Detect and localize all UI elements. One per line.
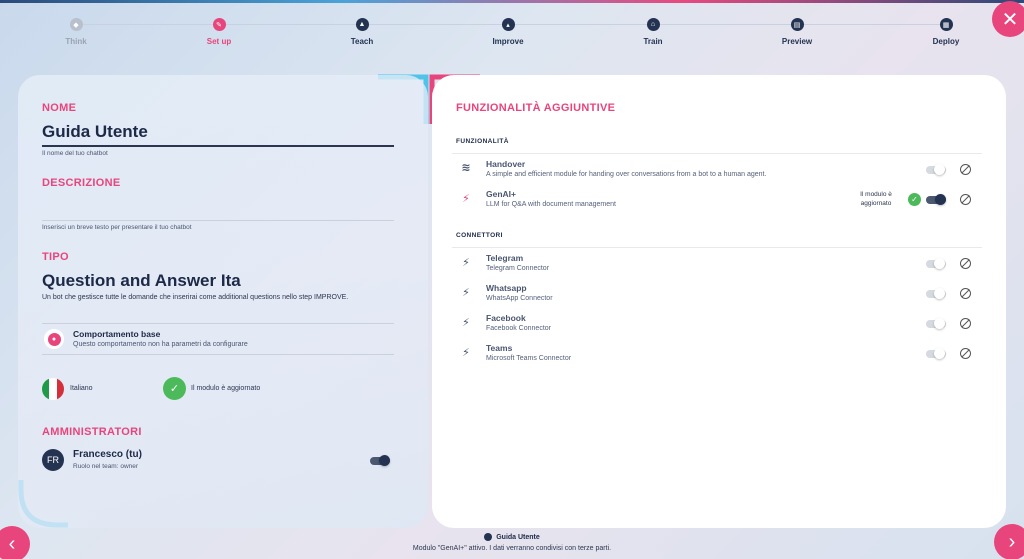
teams-name: Teams: [486, 343, 513, 353]
admin-name: Francesco (tu): [73, 449, 142, 460]
facebook-description: Facebook Connector: [486, 325, 551, 332]
additional-features-panel: FUNZIONALITÀ AGGIUNTIVE FUNZIONALITÀ ≋ H…: [432, 75, 1006, 528]
behavior-description: Questo comportamento non ha parametri da…: [73, 341, 248, 348]
telegram-description: Telegram Connector: [486, 265, 550, 272]
facebook-name: Facebook: [486, 313, 526, 323]
whatsapp-name: Whatsapp: [486, 283, 527, 293]
whatsapp-disable-icon[interactable]: [960, 288, 971, 299]
step-deploy[interactable]: ▦ Deploy: [906, 14, 986, 46]
name-underline: [42, 145, 394, 147]
step-label: Preview: [781, 37, 813, 46]
connectors-subtitle: CONNETTORI: [456, 232, 503, 239]
name-hint: Il nome del tuo chatbot: [42, 150, 108, 157]
facebook-disable-icon[interactable]: [960, 318, 971, 329]
features-subtitle: FUNZIONALITÀ: [456, 138, 509, 145]
plug-icon: ⚡: [462, 317, 470, 329]
previous-button[interactable]: ‹: [0, 526, 30, 559]
home-icon: ⌂: [646, 18, 660, 31]
footer-bot-name: Guida Utente: [496, 533, 540, 541]
plug-icon: ⚡: [462, 257, 470, 269]
top-accent-line: [0, 0, 1024, 3]
type-section-title: TIPO: [42, 251, 69, 263]
description-underline: [42, 220, 394, 221]
avatar: FR: [42, 449, 64, 471]
step-label: Set up: [206, 37, 232, 46]
description-section-title: DESCRIZIONE: [42, 177, 121, 189]
brain-icon: ●: [47, 332, 61, 346]
italy-flag-icon: [42, 378, 64, 400]
step-label: Think: [65, 37, 87, 46]
handover-description: A simple and efficient module for handin…: [486, 171, 767, 178]
behavior-badge: ●: [44, 329, 64, 349]
features-divider: [452, 153, 982, 154]
step-train[interactable]: ⌂ Train: [613, 14, 693, 46]
teams-toggle[interactable]: [926, 348, 946, 359]
checkmark-icon: ✓: [163, 377, 186, 400]
genai-description: LLM for Q&A with document management: [486, 201, 616, 208]
handover-toggle[interactable]: [926, 164, 946, 175]
footer-notice: Modulo "GenAI+" attivo. I dati verranno …: [412, 545, 612, 552]
admins-section-title: AMMINISTRATORI: [42, 426, 142, 438]
telegram-name: Telegram: [486, 253, 524, 263]
type-divider: [42, 323, 394, 324]
teams-description: Microsoft Teams Connector: [486, 355, 572, 362]
step-think[interactable]: ◆ Think: [36, 14, 116, 46]
step-improve[interactable]: ▴ Improve: [468, 14, 548, 46]
genai-name: GenAI+: [486, 189, 516, 199]
close-icon: ✕: [1001, 8, 1019, 31]
handover-disable-icon[interactable]: [960, 164, 971, 175]
handover-name: Handover: [486, 159, 526, 169]
module-status-label: Il modulo è aggiornato: [191, 385, 261, 392]
graduation-cap-icon: ▲: [355, 18, 369, 31]
bot-type-description: Un bot che gestisce tutte le domande che…: [42, 294, 349, 301]
genai-disable-icon[interactable]: [960, 194, 971, 205]
plug-icon: ⚡: [462, 287, 470, 299]
step-teach[interactable]: ▲ Teach: [322, 14, 402, 46]
handshake-icon: ≋: [461, 162, 471, 174]
footer-bot-label: Guida Utente: [0, 533, 1024, 541]
features-panel-title: FUNZIONALITÀ AGGIUNTIVE: [456, 102, 616, 114]
telegram-disable-icon[interactable]: [960, 258, 971, 269]
behavior-divider: [42, 354, 394, 355]
bot-name-input[interactable]: Guida Utente: [42, 122, 148, 142]
bot-type-value: Question and Answer Ita: [42, 271, 241, 290]
plug-icon: ⚡: [462, 347, 470, 359]
whatsapp-description: WhatsApp Connector: [486, 295, 553, 302]
chart-icon: ▴: [501, 18, 515, 31]
admin-role: Ruolo nel team: owner: [73, 463, 139, 470]
preview-icon: ▤: [790, 18, 804, 31]
close-button[interactable]: ✕: [992, 1, 1024, 37]
step-preview[interactable]: ▤ Preview: [757, 14, 837, 46]
pencil-icon: ✎: [212, 18, 226, 31]
step-label: Train: [643, 37, 663, 46]
wizard-stepper: ◆ Think ✎ Set up ▲ Teach ▴ Improve ⌂ Tra…: [32, 14, 992, 50]
admin-toggle[interactable]: [370, 455, 390, 466]
behavior-title: Comportamento base: [73, 329, 161, 339]
think-icon: ◆: [69, 18, 83, 31]
whatsapp-toggle[interactable]: [926, 288, 946, 299]
description-hint: Inserisci un breve testo per presentare …: [42, 224, 192, 231]
step-label: Deploy: [932, 37, 960, 46]
language-label: Italiano: [70, 385, 93, 392]
plug-icon: ⚡: [462, 193, 470, 205]
deploy-icon: ▦: [939, 18, 953, 31]
telegram-toggle[interactable]: [926, 258, 946, 269]
description-input[interactable]: [42, 193, 394, 219]
next-button[interactable]: ›: [994, 524, 1024, 559]
bot-icon: [484, 533, 493, 541]
step-setup[interactable]: ✎ Set up: [179, 14, 259, 46]
facebook-toggle[interactable]: [926, 318, 946, 329]
checkmark-icon: ✓: [908, 193, 921, 206]
genai-status: Il modulo è aggiornato: [860, 191, 892, 207]
teams-disable-icon[interactable]: [960, 348, 971, 359]
step-label: Improve: [492, 37, 524, 46]
name-section-title: NOME: [42, 102, 77, 114]
connectors-divider: [452, 247, 982, 248]
genai-toggle[interactable]: [926, 194, 946, 205]
step-label: Teach: [350, 37, 374, 46]
bot-settings-panel: NOME Guida Utente Il nome del tuo chatbo…: [18, 75, 428, 528]
